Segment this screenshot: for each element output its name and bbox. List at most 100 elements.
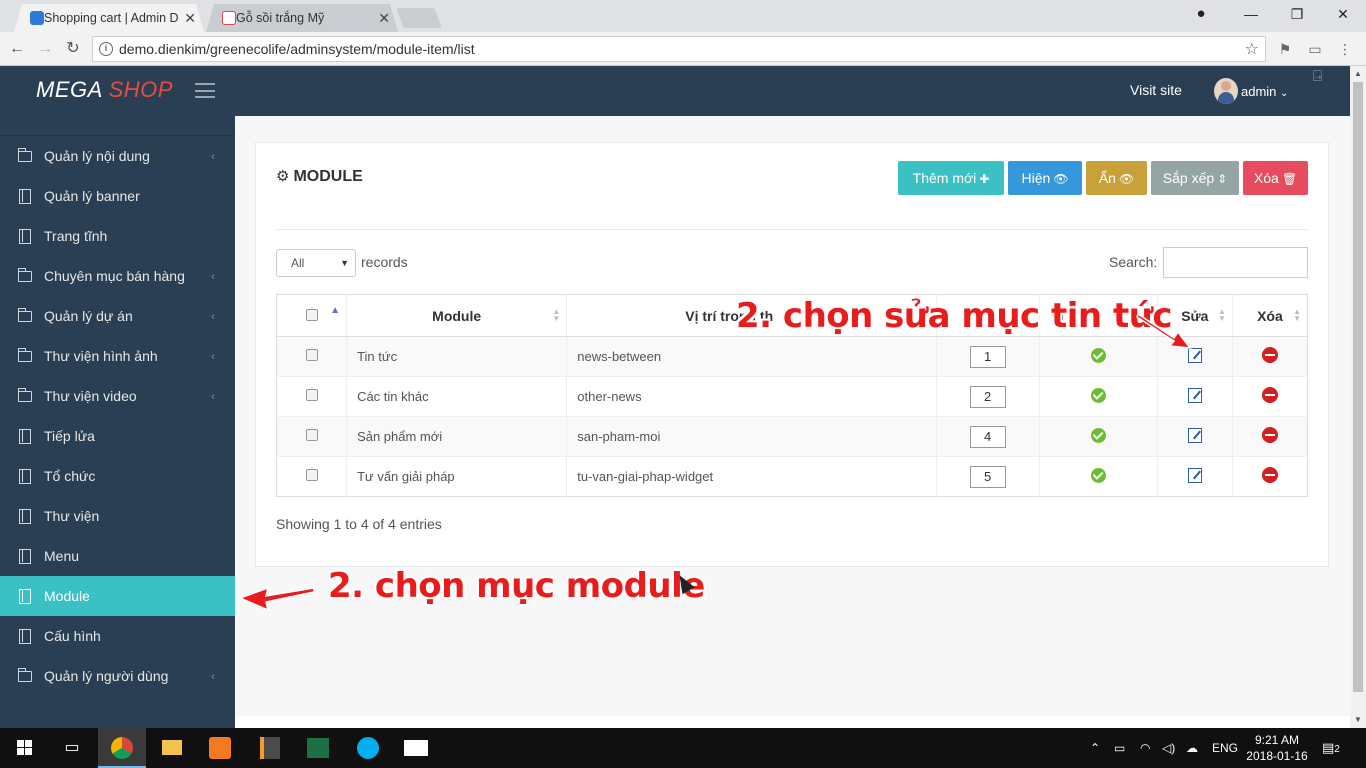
eye-slash-button[interactable]: Ẩn 👁: [1086, 161, 1147, 195]
order-input[interactable]: 1: [969, 345, 1006, 368]
tab-shopping-cart[interactable]: Shopping cart | Admin D ✕: [14, 4, 204, 32]
tray-chevron-up-icon[interactable]: ⌃: [1090, 728, 1100, 768]
edit-icon[interactable]: [1187, 467, 1202, 483]
check-circle-icon[interactable]: [1090, 427, 1106, 443]
language-indicator[interactable]: ENG: [1212, 728, 1238, 768]
forward-arrow-icon[interactable]: →: [34, 38, 56, 60]
select-all-checkbox[interactable]: [305, 308, 318, 321]
search-input[interactable]: [1163, 247, 1308, 278]
address-bar[interactable]: i demo.dienkim/greenecolife/adminsystem/…: [92, 36, 1266, 62]
sort-asc-icon[interactable]: ▲: [330, 306, 340, 316]
sidebar-item[interactable]: Cấu hình: [0, 616, 235, 656]
module-cell: Các tin khác: [346, 376, 568, 417]
volume-icon[interactable]: ◁): [1162, 728, 1175, 768]
reload-icon[interactable]: ↻: [62, 38, 84, 60]
close-window-button[interactable]: ✕: [1320, 0, 1366, 30]
order-input[interactable]: 4: [969, 425, 1006, 448]
scroll-down-icon[interactable]: ▼: [1350, 712, 1366, 728]
site-info-icon[interactable]: i: [99, 42, 113, 56]
user-menu[interactable]: admin ⌄: [1241, 84, 1288, 99]
module-name: Tin tức: [357, 349, 398, 364]
battery-icon[interactable]: ▭: [1114, 728, 1125, 768]
menu-dots-icon[interactable]: ⋮: [1336, 40, 1354, 58]
edit-icon[interactable]: [1187, 427, 1202, 443]
row-checkbox[interactable]: [305, 469, 318, 481]
select-all-header[interactable]: ▲: [276, 294, 348, 337]
delete-icon[interactable]: [1261, 467, 1278, 483]
column-header-module[interactable]: Module ▲ ▼: [346, 294, 568, 337]
onedrive-icon[interactable]: ☁: [1186, 728, 1198, 768]
row-select-cell: [276, 416, 348, 457]
visit-site-link[interactable]: Visit site: [1130, 82, 1182, 98]
back-arrow-icon[interactable]: ←: [6, 38, 28, 60]
sidebar-item[interactable]: Thư viện: [0, 496, 235, 536]
brand-area: MEGA SHOP: [0, 66, 235, 116]
sidebar-item[interactable]: Menu: [0, 536, 235, 576]
check-circle-icon[interactable]: [1090, 387, 1106, 403]
scrollbar-thumb[interactable]: [1353, 82, 1363, 692]
sidebar-item[interactable]: Quản lý người dùng ‹: [0, 656, 235, 696]
logout-icon[interactable]: ⍈: [1313, 68, 1322, 85]
row-checkbox[interactable]: [305, 389, 318, 401]
start-button[interactable]: [0, 728, 48, 768]
sidebar-item[interactable]: Quản lý banner: [0, 176, 235, 216]
page-scrollbar[interactable]: ▲ ▼: [1350, 66, 1366, 728]
column-header-delete[interactable]: Xóa ▲ ▼: [1232, 294, 1308, 337]
sublime-text-icon[interactable]: [246, 728, 294, 768]
position-cell: san-pham-moi: [566, 416, 937, 457]
notifications-icon[interactable]: ▤2: [1322, 728, 1340, 768]
sidebar-item[interactable]: Thư viện video ‹: [0, 376, 235, 416]
skype-icon[interactable]: [344, 728, 392, 768]
sidebar-item-label: Quản lý nội dung: [44, 148, 150, 164]
brand-logo[interactable]: MEGA SHOP: [36, 77, 173, 103]
file-explorer-icon[interactable]: [148, 728, 196, 768]
avatar[interactable]: [1214, 78, 1238, 104]
row-checkbox[interactable]: [305, 349, 318, 361]
sidebar-item[interactable]: Tiếp lửa: [0, 416, 235, 456]
xampp-icon[interactable]: [196, 728, 244, 768]
column-label: Module: [432, 307, 482, 324]
sidebar-item[interactable]: Trang tĩnh: [0, 216, 235, 256]
close-tab-icon[interactable]: ✕: [378, 4, 390, 32]
wifi-icon[interactable]: ◠: [1140, 728, 1150, 768]
check-circle-icon[interactable]: [1090, 347, 1106, 363]
sidebar-item[interactable]: Thư viện hình ảnh ‹: [0, 336, 235, 376]
chrome-taskbar-icon[interactable]: [98, 728, 146, 768]
bookmark-star-icon[interactable]: ☆: [1245, 39, 1259, 59]
hamburger-menu-icon[interactable]: [195, 83, 215, 98]
close-tab-icon[interactable]: ✕: [184, 4, 196, 32]
mail-icon[interactable]: [392, 728, 440, 768]
sidebar-item[interactable]: Quản lý dự án ‹: [0, 296, 235, 336]
new-tab-button[interactable]: [396, 8, 442, 28]
task-view-icon[interactable]: ▭: [48, 728, 96, 768]
url-text[interactable]: demo.dienkim/greenecolife/adminsystem/mo…: [119, 41, 475, 57]
delete-icon[interactable]: [1261, 387, 1278, 403]
sidebar-item[interactable]: Tổ chức: [0, 456, 235, 496]
profile-icon[interactable]: ●: [1178, 0, 1224, 30]
cast-icon[interactable]: ▭: [1306, 40, 1324, 58]
edit-icon[interactable]: [1187, 387, 1202, 403]
sidebar-item[interactable]: Quản lý nội dung ‹: [0, 136, 235, 176]
position-cell: news-between: [566, 336, 937, 377]
sidebar-item[interactable]: Chuyên mục bán hàng ‹: [0, 256, 235, 296]
clock[interactable]: 9:21 AM 2018-01-16: [1244, 732, 1310, 764]
delete-icon[interactable]: [1261, 347, 1278, 363]
check-circle-icon[interactable]: [1090, 467, 1106, 483]
records-length-select[interactable]: All ▼: [276, 249, 356, 277]
delete-icon[interactable]: [1261, 427, 1278, 443]
row-checkbox[interactable]: [305, 429, 318, 441]
excel-icon[interactable]: [294, 728, 342, 768]
order-input[interactable]: 5: [969, 465, 1006, 488]
minimize-button[interactable]: —: [1228, 0, 1274, 30]
windows-taskbar: ▭ ⌃ ▭ ◠ ◁) ☁ ENG 9:21 AM 2018-01-16 ▤2: [0, 728, 1366, 768]
extension-icon[interactable]: ⚑: [1276, 40, 1294, 58]
sort-button[interactable]: Sắp xếp ⇕: [1151, 161, 1239, 195]
trash-button[interactable]: Xóa 🗑: [1243, 161, 1308, 195]
sidebar-item[interactable]: Module: [0, 576, 235, 616]
order-input[interactable]: 2: [969, 385, 1006, 408]
scroll-up-icon[interactable]: ▲: [1350, 66, 1366, 82]
maximize-button[interactable]: ❐: [1274, 0, 1320, 30]
tab-go-soi[interactable]: Gỗ sồi trắng Mỹ ✕: [206, 4, 398, 32]
eye-button[interactable]: Hiện 👁: [1008, 161, 1082, 195]
plus-button[interactable]: Thêm mới ✚: [898, 161, 1004, 195]
